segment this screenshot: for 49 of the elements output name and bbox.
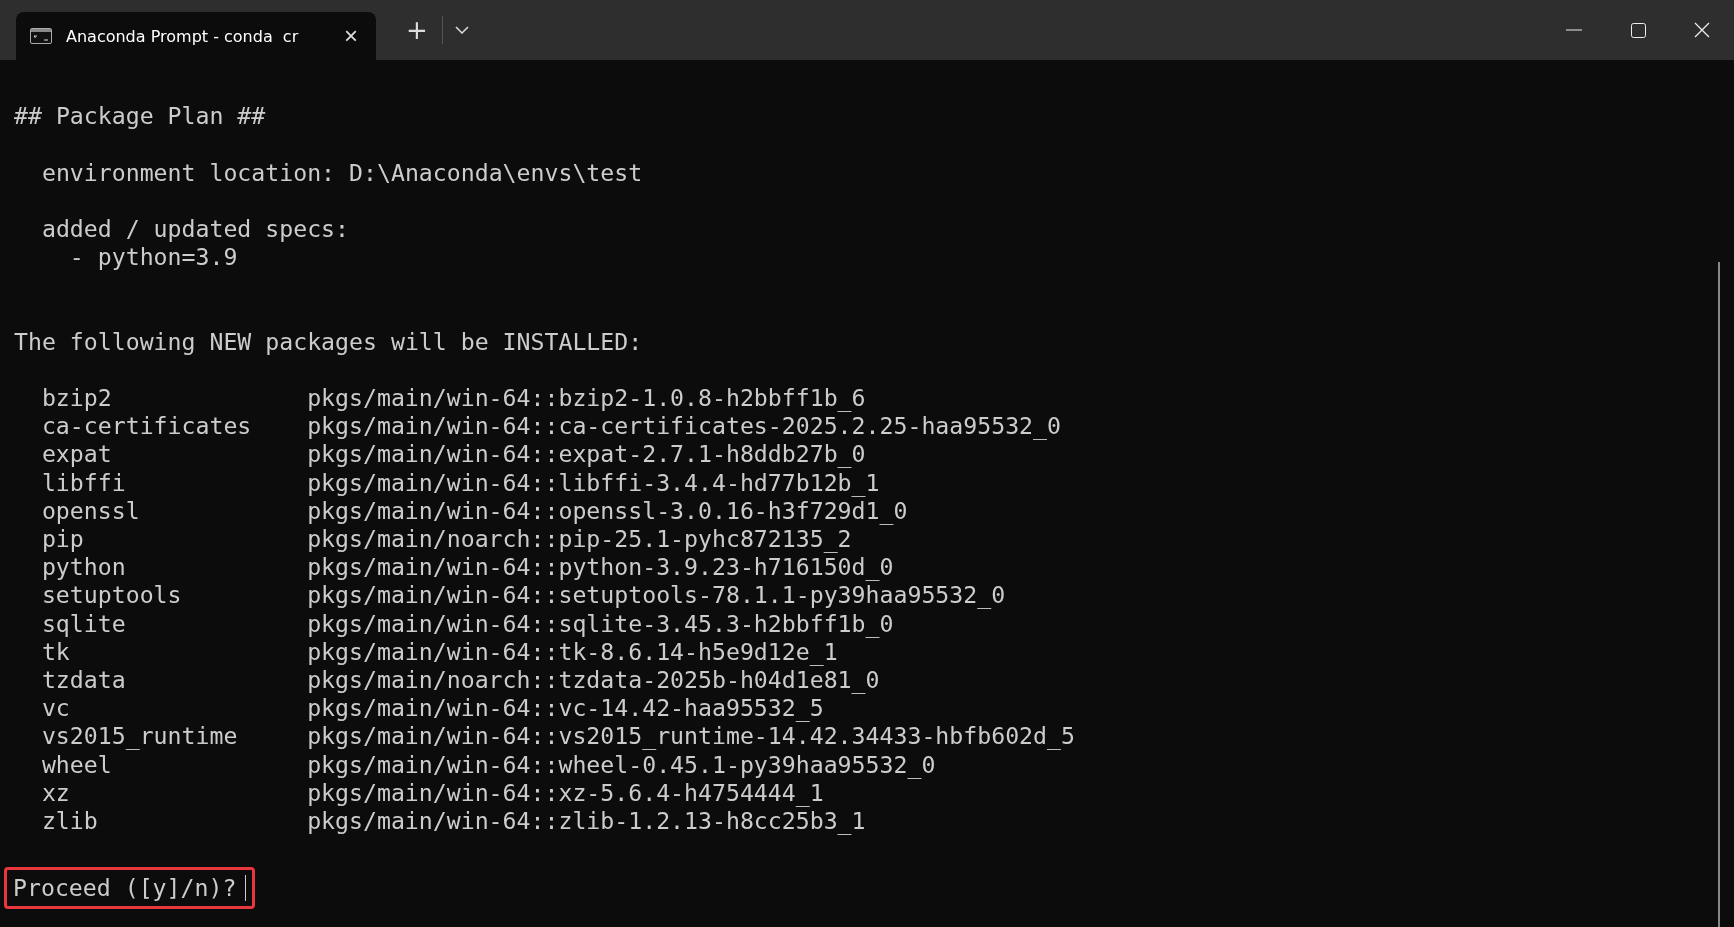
package-name: pip (40, 525, 85, 554)
output-line: environment location: D:\Anaconda\envs\test (40, 158, 643, 187)
scrollbar[interactable] (1718, 262, 1720, 927)
minimize-icon (1566, 29, 1582, 31)
package-name: wheel (40, 750, 113, 779)
package-name: expat (40, 440, 113, 469)
maximize-icon (1630, 22, 1646, 38)
tab-close-button[interactable]: × (340, 24, 362, 48)
package-name: bzip2 (40, 384, 113, 413)
package-spec: pkgs/main/noarch::tzdata-2025b-h04d1e81_0 (307, 665, 880, 695)
package-spec: pkgs/main/win-64::ca-certificates-2025.2.25-haa95532_0 (307, 412, 1061, 441)
package-name: tzdata (40, 665, 127, 695)
new-tab-button[interactable]: + (398, 10, 436, 50)
package-name: vs2015_runtime (40, 722, 239, 751)
text-cursor (244, 875, 246, 902)
package-spec: pkgs/main/win-64::libffi-3.4.4-hd77b12b_1 (307, 468, 880, 497)
package-name: libffi (40, 468, 127, 497)
section-heading: ## Package Plan ## (14, 102, 266, 131)
package-spec: pkgs/main/win-64::wheel-0.45.1-py39haa95532_0 (307, 750, 936, 779)
package-spec: pkgs/main/win-64::xz-5.6.4-h4754444_1 (307, 778, 824, 807)
package-spec: pkgs/main/noarch::pip-25.1-pyhc872135_2 (307, 525, 852, 554)
package-name: openssl (40, 496, 141, 525)
chevron-down-icon (454, 26, 469, 34)
package-spec: pkgs/main/win-64::vc-14.42-haa95532_5 (307, 694, 824, 723)
tab-title: Anaconda Prompt - conda cr (66, 26, 300, 46)
package-name: python (40, 553, 127, 582)
package-spec: pkgs/main/win-64::zlib-1.2.13-h8cc25b3_1 (307, 806, 866, 836)
terminal-tab[interactable]: Anaconda Prompt - conda cr × (16, 12, 376, 60)
package-spec: pkgs/main/win-64::vs2015_runtime-14.42.34433-hbfb602d_5 (307, 722, 1075, 751)
package-spec: pkgs/main/win-64::expat-2.7.1-h8ddb27b_0 (307, 440, 866, 469)
package-name: setuptools (40, 581, 183, 610)
package-name: sqlite (40, 609, 127, 638)
output-line: - python=3.9 (68, 243, 238, 272)
output-line: The following NEW packages will be INSTALLED: (14, 327, 643, 356)
package-name: vc (40, 694, 71, 723)
close-icon (1694, 22, 1710, 38)
terminal-icon (30, 28, 52, 44)
package-name: xz (40, 778, 71, 807)
prompt-text: Proceed ([y]/n)? (13, 874, 237, 903)
output-line: added / updated specs: (40, 214, 350, 244)
package-spec: pkgs/main/win-64::python-3.9.23-h716150d_0 (307, 553, 894, 582)
package-name: ca-certificates (40, 412, 253, 441)
package-spec: pkgs/main/win-64::bzip2-1.0.8-h2bbff1b_6 (307, 384, 866, 413)
package-spec: pkgs/main/win-64::tk-8.6.14-h5e9d12e_1 (307, 637, 838, 666)
package-spec: pkgs/main/win-64::setuptools-78.1.1-py39haa95532_0 (307, 581, 1006, 610)
package-spec: pkgs/main/win-64::openssl-3.0.16-h3f729d1_0 (307, 496, 908, 525)
package-spec: pkgs/main/win-64::sqlite-3.45.3-h2bbff1b_0 (307, 609, 894, 638)
package-name: tk (40, 637, 71, 666)
package-name: zlib (40, 806, 99, 836)
